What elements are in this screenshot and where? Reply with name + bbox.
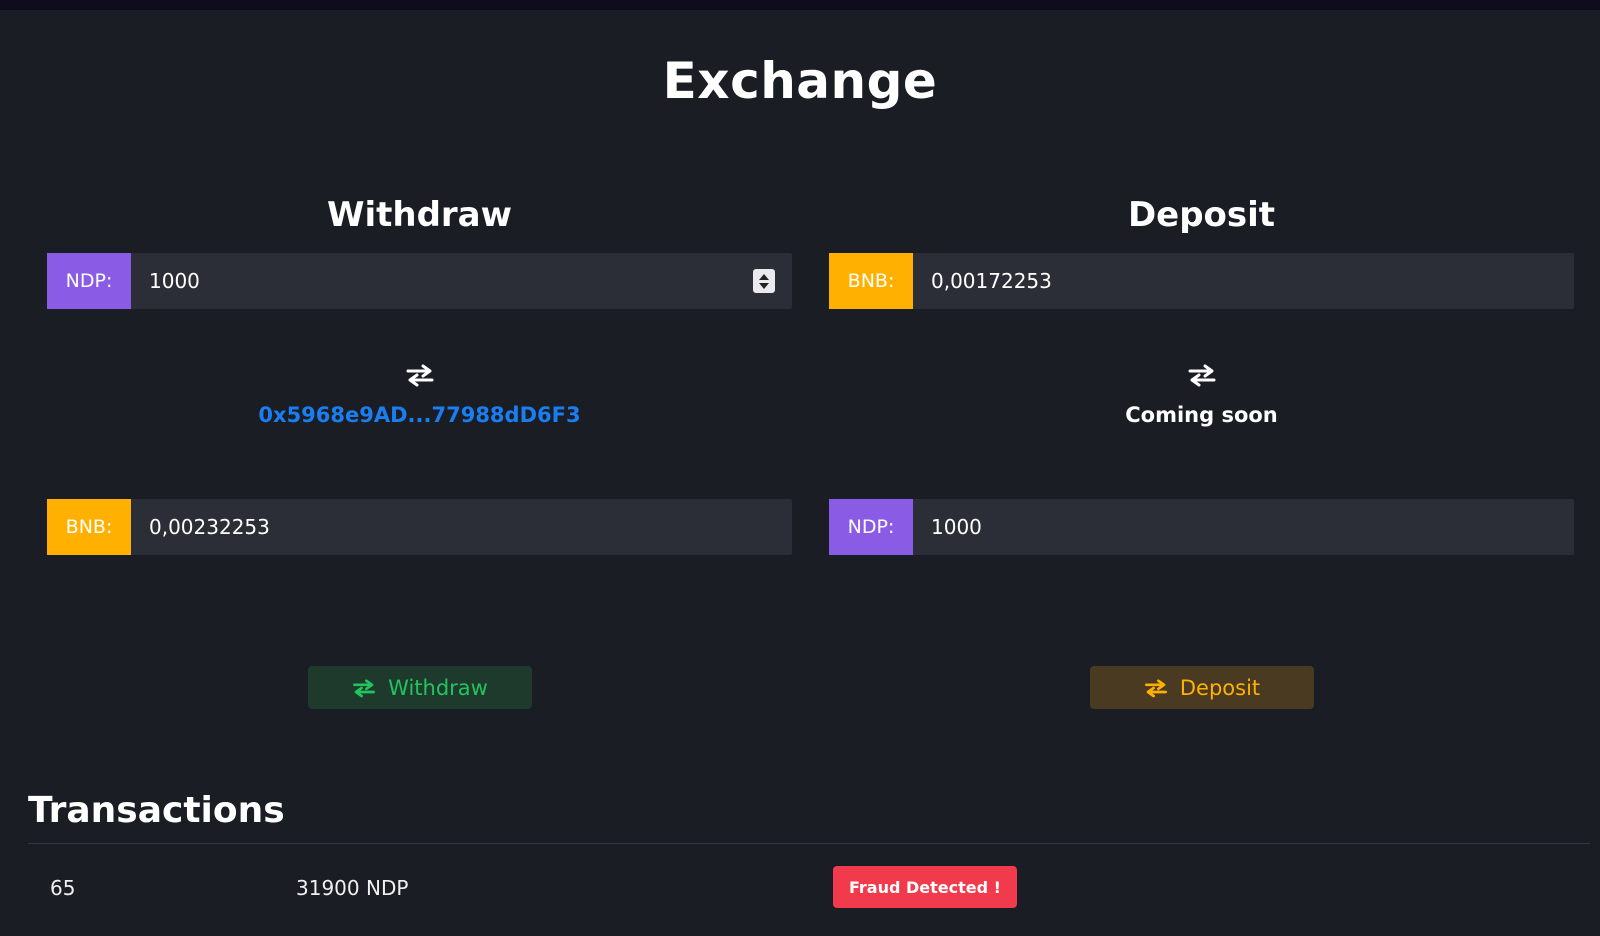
deposit-bnb-field: BNB: — [829, 253, 1574, 309]
wallet-address-link[interactable]: 0x5968e9AD...77988dD6F3 — [47, 403, 792, 427]
page-title: Exchange — [662, 52, 938, 110]
swap-arrows-icon — [1144, 678, 1167, 697]
withdraw-ndp-input[interactable] — [131, 253, 792, 309]
deposit-ndp-field: NDP: — [829, 499, 1574, 555]
stepper-down-icon[interactable] — [759, 282, 769, 289]
stepper-up-icon[interactable] — [759, 273, 769, 280]
ndp-tag: NDP: — [829, 499, 913, 555]
transaction-id: 65 — [50, 876, 76, 900]
deposit-button-label: Deposit — [1179, 675, 1261, 700]
withdraw-bnb-field: BNB: — [47, 499, 792, 555]
status-badge: Fraud Detected ! — [833, 866, 1017, 908]
divider — [28, 843, 1590, 844]
deposit-button[interactable]: Deposit — [1090, 666, 1314, 709]
transactions-title: Transactions — [28, 790, 285, 831]
deposit-bnb-input[interactable] — [913, 253, 1574, 309]
deposit-status: Coming soon — [1125, 403, 1278, 427]
withdraw-ndp-field: NDP: — [47, 253, 792, 309]
withdraw-bnb-input[interactable] — [131, 499, 792, 555]
transaction-amount: 31900 NDP — [296, 876, 409, 900]
withdraw-title: Withdraw — [326, 195, 513, 235]
withdraw-button[interactable]: Withdraw — [308, 666, 532, 709]
swap-arrows-icon — [47, 363, 792, 387]
deposit-title: Deposit — [1127, 195, 1276, 235]
swap-arrows-icon — [353, 678, 376, 697]
deposit-ndp-input[interactable] — [913, 499, 1574, 555]
top-bar — [0, 0, 1600, 10]
table-row: 65 31900 NDP Fraud Detected ! — [28, 866, 1590, 910]
bnb-tag: BNB: — [829, 253, 913, 309]
deposit-panel: Deposit BNB: Coming soon NDP: Deposit — [829, 195, 1574, 715]
bnb-tag: BNB: — [47, 499, 131, 555]
withdraw-button-label: Withdraw — [388, 675, 488, 700]
ndp-tag: NDP: — [47, 253, 131, 309]
number-stepper[interactable] — [753, 269, 775, 293]
withdraw-panel: Withdraw NDP: 0x5968e9AD...77988dD6F3 BN… — [47, 195, 792, 715]
swap-arrows-icon — [829, 363, 1574, 387]
